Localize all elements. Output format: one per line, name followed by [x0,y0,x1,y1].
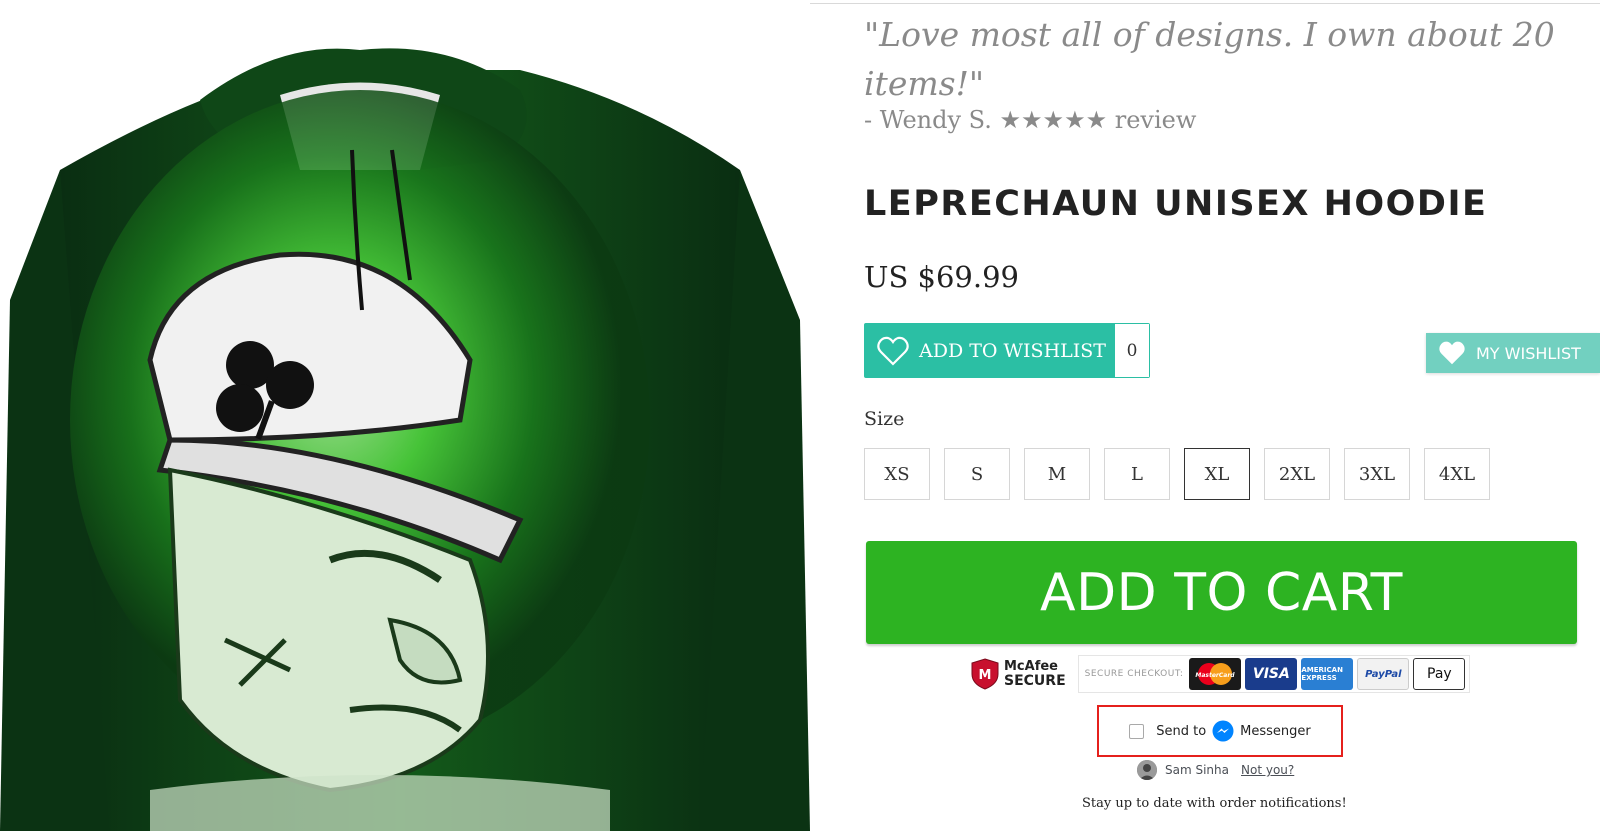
heart-icon [877,336,909,366]
size-option-s[interactable]: S [944,448,1010,500]
add-to-wishlist-label: ADD TO WISHLIST [919,339,1106,362]
size-option-m[interactable]: M [1024,448,1090,500]
mastercard-icon: MasterCard [1196,663,1236,685]
secure-checkout-badge: SECURE CHECKOUT: MasterCard VISA AMERICA… [1077,655,1471,693]
heart-icon [1439,341,1465,365]
testimonial-author-line: - Wendy S. ★★★★★ review [864,106,1196,134]
paypal-logo: PayPal [1357,658,1410,690]
size-option-xl[interactable]: XL [1184,448,1250,500]
testimonial-suffix: review [1114,106,1197,134]
messenger-user-line: Sam Sinha Not you? [1137,760,1294,780]
mastercard-text: MasterCard [1196,672,1236,679]
my-wishlist-button[interactable]: MY WISHLIST [1426,333,1600,373]
add-to-wishlist-button[interactable]: ADD TO WISHLIST [865,324,1115,377]
messenger-optin-box: Send to Messenger [1097,705,1343,757]
not-you-link[interactable]: Not you? [1241,763,1294,777]
mcafee-badge: M McAfee SECURE [970,658,1066,690]
product-price: US $69.99 [864,260,1019,294]
visa-logo: VISA [1245,658,1298,690]
send-to-label: Send to [1156,723,1207,739]
mcafee-line2: SECURE [1004,673,1066,689]
product-title: LEPRECHAUN UNISEX HOODIE [864,184,1488,224]
mastercard-logo: MasterCard [1189,658,1242,690]
wishlist-widget: ADD TO WISHLIST 0 [864,323,1150,378]
messenger-label: Messenger [1240,723,1311,739]
size-option-xs[interactable]: XS [864,448,930,500]
secure-checkout-label: SECURE CHECKOUT: [1084,669,1184,679]
messenger-icon [1212,720,1234,742]
amex-logo: AMERICAN EXPRESS [1301,658,1354,690]
size-option-l[interactable]: L [1104,448,1170,500]
user-avatar-icon [1137,760,1157,780]
hoodie-image [0,48,810,831]
size-option-3xl[interactable]: 3XL [1344,448,1410,500]
mcafee-shield-icon: M [971,658,999,690]
messenger-checkbox[interactable] [1129,723,1145,739]
avatar [1137,760,1157,780]
trust-badges: M McAfee SECURE SECURE CHECKOUT: MasterC… [970,654,1471,694]
add-to-cart-button[interactable]: ADD TO CART [866,541,1577,644]
product-image[interactable] [0,0,810,831]
my-wishlist-label: MY WISHLIST [1476,343,1581,363]
testimonial-author: - Wendy S. [864,106,992,134]
testimonial-quote: "Love most all of designs. I own about 2… [864,15,1555,103]
size-label: Size [864,408,905,430]
size-selector: XS S M L XL 2XL 3XL 4XL [864,448,1490,500]
mcafee-line1: McAfee [1004,659,1058,674]
apple-pay-text: Pay [1427,666,1452,682]
wishlist-count: 0 [1115,324,1149,377]
rating-stars: ★★★★★ [999,106,1108,134]
notification-caption: Stay up to date with order notifications… [1082,796,1347,811]
size-option-2xl[interactable]: 2XL [1264,448,1330,500]
user-name: Sam Sinha [1165,763,1229,777]
apple-pay-logo: Pay [1413,658,1466,690]
svg-text:M: M [979,668,992,683]
size-option-4xl[interactable]: 4XL [1424,448,1490,500]
